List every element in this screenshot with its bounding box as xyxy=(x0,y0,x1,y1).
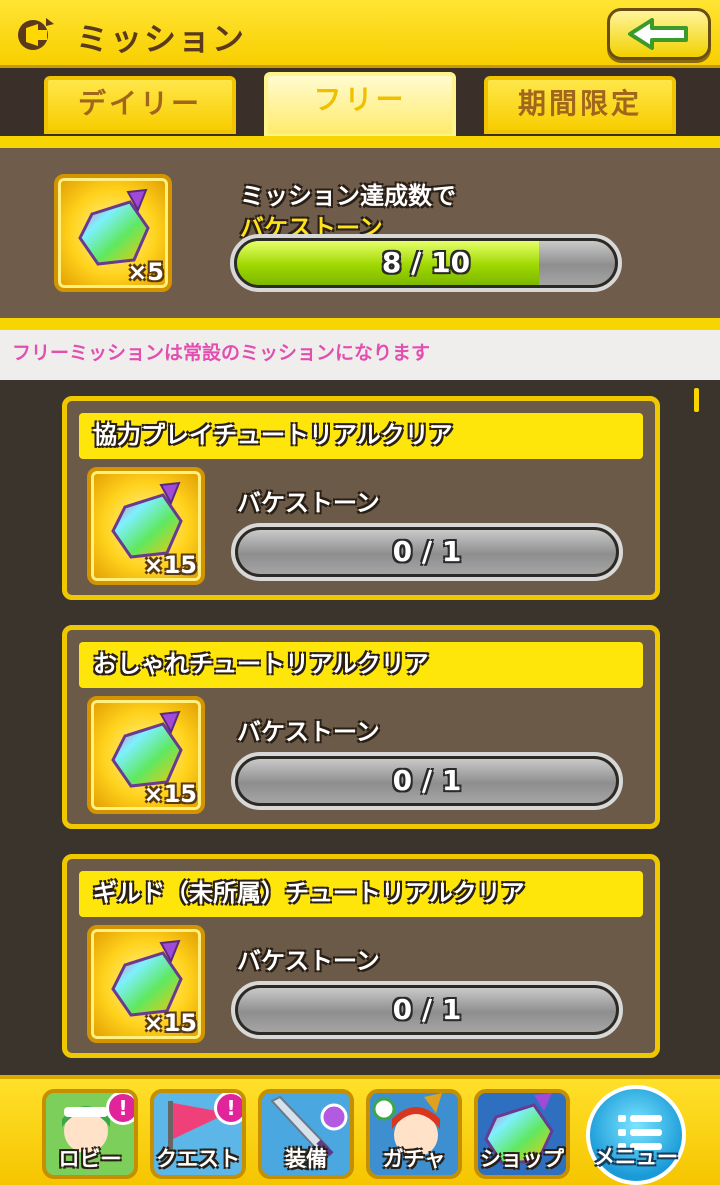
nav-label: ロビー xyxy=(58,1147,122,1171)
summary-progress-bar: 8 / 10 xyxy=(230,234,622,292)
nav-shop-button[interactable]: ショップ xyxy=(474,1089,570,1179)
notification-badge: ! xyxy=(214,1093,242,1125)
mission-progress-bar: 0 / 1 xyxy=(231,981,623,1039)
nav-gacha-button[interactable]: ガチャ xyxy=(366,1089,462,1179)
mission-progress-text: 0 / 1 xyxy=(392,764,462,797)
mission-list[interactable]: 協力プレイチュートリアルクリア ×15 バケストーン 0 / 1 おしゃれチュー… xyxy=(0,380,720,1075)
mission-reward-name: バケストーン xyxy=(237,489,380,517)
mission-progress-text: 0 / 1 xyxy=(392,993,462,1026)
mission-progress-text: 0 / 1 xyxy=(392,535,462,568)
back-arrow-icon xyxy=(628,18,688,50)
bottom-nav: ! ロビー ! クエスト 装備 ガチャ ショップ メニュー xyxy=(0,1075,720,1185)
reward-quantity: ×15 xyxy=(143,551,197,579)
mission-reward-icon-box: ×15 xyxy=(87,925,205,1043)
nav-label: 装備 xyxy=(285,1147,327,1171)
reward-quantity: ×5 xyxy=(127,258,164,286)
nav-quest-button[interactable]: ! クエスト xyxy=(150,1089,246,1179)
mission-reward-name: バケストーン xyxy=(237,947,380,975)
nav-label: メニュー xyxy=(594,1145,678,1169)
nav-menu-button[interactable]: メニュー xyxy=(586,1085,686,1185)
summary-title: ミッション達成数で xyxy=(240,182,456,210)
mission-card: ギルド（未所属）チュートリアルクリア ×15 バケストーン 0 / 1 xyxy=(62,854,660,1058)
summary-progress-text: 8 / 10 xyxy=(381,246,471,279)
tab-free[interactable]: フリー xyxy=(264,72,456,138)
mission-title: 協力プレイチュートリアルクリア xyxy=(79,413,643,459)
mission-reward-icon-box: ×15 xyxy=(87,696,205,814)
reward-quantity: ×15 xyxy=(143,1009,197,1037)
mission-progress-bar: 0 / 1 xyxy=(231,523,623,581)
mission-title: おしゃれチュートリアルクリア xyxy=(79,642,643,688)
nav-label: クエスト xyxy=(156,1147,240,1171)
nav-equipment-button[interactable]: 装備 xyxy=(258,1089,354,1179)
tab-daily[interactable]: デイリー xyxy=(44,76,236,134)
summary-panel: ×5 ミッション達成数で バケストーン 8 / 10 xyxy=(0,136,720,330)
megaphone-icon xyxy=(18,18,54,50)
mission-progress-bar: 0 / 1 xyxy=(231,752,623,810)
back-button[interactable] xyxy=(607,8,711,60)
nav-label: ショップ xyxy=(480,1147,564,1171)
tab-limited[interactable]: 期間限定 xyxy=(484,76,676,134)
mission-card: 協力プレイチュートリアルクリア ×15 バケストーン 0 / 1 xyxy=(62,396,660,600)
reward-quantity: ×15 xyxy=(143,780,197,808)
notice-banner: フリーミッションは常設のミッションになります xyxy=(0,330,720,380)
mission-reward-icon-box: ×15 xyxy=(87,467,205,585)
mission-card: おしゃれチュートリアルクリア ×15 バケストーン 0 / 1 xyxy=(62,625,660,829)
mission-reward-name: バケストーン xyxy=(237,718,380,746)
nav-label: ガチャ xyxy=(382,1147,446,1171)
summary-reward-icon-box: ×5 xyxy=(54,174,172,292)
mission-title: ギルド（未所属）チュートリアルクリア xyxy=(79,871,643,917)
nav-lobby-button[interactable]: ! ロビー xyxy=(42,1089,138,1179)
page-title: ミッション xyxy=(76,20,247,58)
tab-bar: デイリー フリー 期間限定 xyxy=(0,68,720,138)
scrollbar[interactable] xyxy=(694,388,699,412)
notification-badge: ! xyxy=(106,1093,134,1125)
header-bar: ミッション xyxy=(0,0,720,68)
